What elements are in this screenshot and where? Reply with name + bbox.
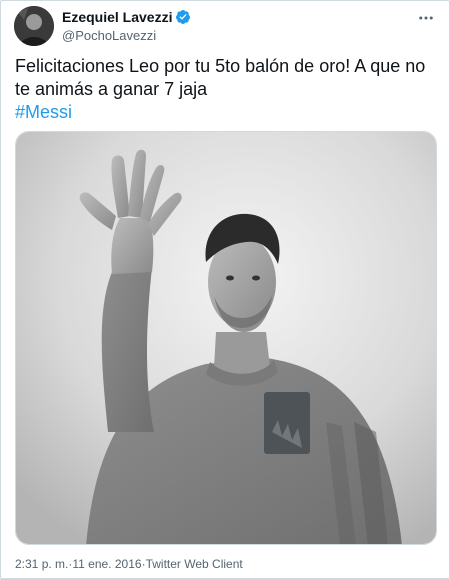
tweet-text: Felicitaciones Leo por tu 5to balón de o…	[15, 56, 426, 99]
hashtag-link[interactable]: #Messi	[15, 101, 72, 124]
tweet-date[interactable]: 11 ene. 2016	[72, 557, 141, 571]
avatar-image	[14, 6, 54, 46]
tweet-card: Ezequiel Lavezzi @PochoLavezzi Felicitac…	[0, 0, 450, 579]
avatar[interactable]	[14, 6, 54, 46]
tweet-client: Twitter Web Client	[145, 557, 243, 571]
tweet-photo[interactable]	[15, 131, 437, 545]
author-handle[interactable]: @PochoLavezzi	[62, 28, 156, 43]
tweet-metadata: 2:31 p. m. · 11 ene. 2016 · Twitter Web …	[15, 557, 243, 571]
more-options-icon[interactable]	[415, 7, 437, 29]
author-name-row: Ezequiel Lavezzi	[62, 9, 191, 25]
tweet-time[interactable]: 2:31 p. m.	[15, 557, 68, 571]
photo-man-raising-hand	[16, 132, 436, 544]
verified-badge-icon	[175, 9, 191, 25]
author-display-name[interactable]: Ezequiel Lavezzi	[62, 9, 172, 25]
